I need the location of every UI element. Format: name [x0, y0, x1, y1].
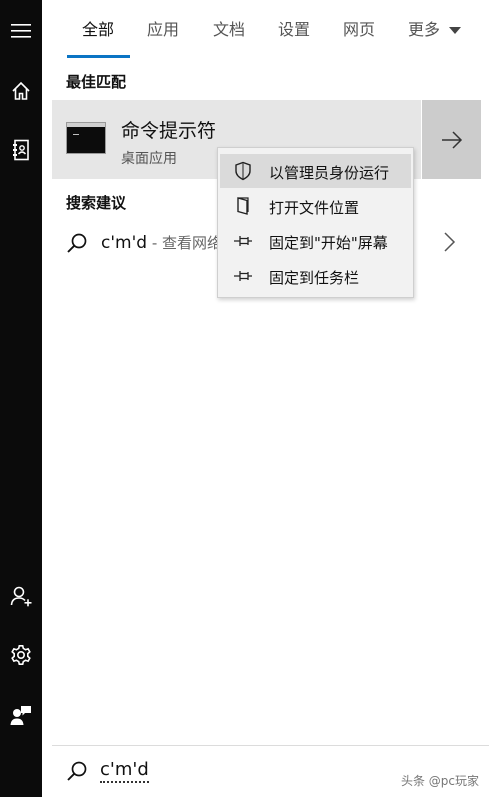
- menu-item-open-file-location[interactable]: 打开文件位置: [220, 189, 411, 223]
- suggestion-suffix: - 查看网络: [147, 234, 222, 252]
- notebook-icon: [13, 139, 29, 161]
- context-menu: 以管理员身份运行 打开文件位置 固定到"开始"屏幕 固定到任务栏: [217, 147, 414, 298]
- account-button[interactable]: [0, 575, 42, 617]
- tab-apps[interactable]: 应用: [147, 16, 179, 40]
- tab-more-label: 更多: [408, 20, 441, 39]
- shield-icon: [235, 161, 251, 181]
- settings-button[interactable]: [0, 634, 42, 676]
- command-prompt-icon: [66, 122, 106, 154]
- suggestion-text: c'm'd - 查看网络: [101, 232, 222, 253]
- caret-down-icon: [449, 26, 462, 34]
- tab-more[interactable]: 更多: [408, 16, 462, 40]
- person-feedback-icon: [10, 706, 31, 725]
- menu-button[interactable]: [0, 10, 42, 52]
- menu-item-label: 固定到任务栏: [269, 269, 360, 287]
- suggestion-query: c'm'd: [101, 233, 148, 253]
- menu-item-label: 以管理员身份运行: [269, 164, 390, 182]
- tab-web[interactable]: 网页: [343, 16, 375, 40]
- rail-gap: [42, 0, 52, 797]
- pin-icon: [234, 271, 252, 281]
- open-details-button[interactable]: [422, 100, 481, 179]
- arrow-right-icon: [441, 130, 462, 149]
- search-input[interactable]: c'm'd: [100, 759, 149, 783]
- left-rail: [0, 0, 42, 797]
- pin-icon: [234, 236, 252, 246]
- chevron-right-icon: [444, 232, 456, 252]
- tab-all[interactable]: 全部: [82, 16, 114, 40]
- watermark: 头条 @pc玩家: [400, 774, 479, 788]
- notebook-button[interactable]: [0, 129, 42, 171]
- folder-icon: [237, 197, 249, 215]
- menu-item-pin-to-taskbar[interactable]: 固定到任务栏: [220, 259, 411, 293]
- hamburger-icon: [11, 24, 31, 38]
- menu-item-pin-to-start[interactable]: 固定到"开始"屏幕: [220, 224, 411, 258]
- tab-documents[interactable]: 文档: [213, 16, 245, 40]
- search-window: 全部 应用 文档 设置 网页 更多 最佳匹配 命令提示符 桌面应用 搜索建议 c…: [0, 0, 489, 797]
- home-button[interactable]: [0, 70, 42, 112]
- best-match-title: 命令提示符: [121, 120, 217, 142]
- best-match-heading: 最佳匹配: [66, 73, 127, 91]
- suggestions-heading: 搜索建议: [66, 194, 127, 212]
- menu-item-label: 固定到"开始"屏幕: [269, 234, 388, 252]
- menu-item-run-as-admin[interactable]: 以管理员身份运行: [220, 154, 411, 188]
- best-match-subtitle: 桌面应用: [121, 151, 177, 167]
- menu-item-label: 打开文件位置: [269, 199, 360, 217]
- search-bar[interactable]: c'm'd 头条 @pc玩家: [52, 745, 489, 797]
- add-person-icon: [10, 586, 32, 607]
- gear-icon: [11, 645, 31, 665]
- search-icon: [67, 233, 87, 253]
- tab-settings[interactable]: 设置: [278, 16, 310, 40]
- feedback-button[interactable]: [0, 694, 42, 736]
- home-icon: [12, 81, 30, 100]
- search-icon: [67, 761, 87, 781]
- active-tab-indicator: [67, 55, 130, 58]
